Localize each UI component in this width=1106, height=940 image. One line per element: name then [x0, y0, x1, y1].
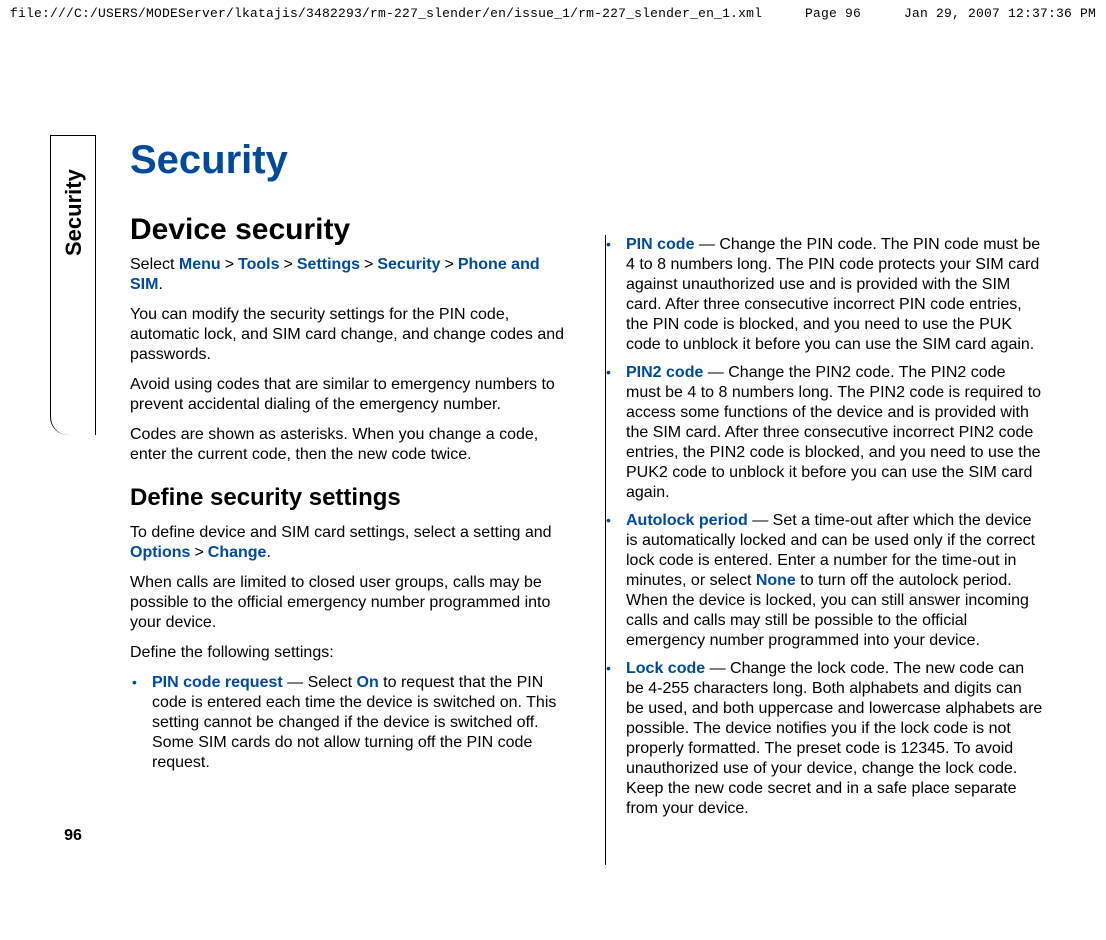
nav-prefix: Select	[130, 256, 179, 273]
nav-change: Change	[208, 544, 267, 561]
term-pin2-code: PIN2 code	[626, 364, 703, 381]
column-left: Security Device security Select Menu>Too…	[130, 135, 570, 865]
text-fragment: — Change the PIN2 code. The PIN2 code mu…	[626, 364, 1041, 501]
text-fragment: .	[266, 544, 270, 561]
body-text: When calls are limited to closed user gr…	[130, 573, 570, 633]
arrow-icon: >	[360, 256, 377, 273]
nav-path: Select Menu>Tools>Settings>Security>Phon…	[130, 255, 570, 295]
term-pin-code-request: PIN code request	[152, 674, 283, 691]
page-header: file:///C:/USERS/MODEServer/lkatajis/348…	[0, 0, 1106, 25]
timestamp: Jan 29, 2007 12:37:36 PM	[904, 6, 1096, 21]
list-item: • Autolock period — Set a time-out after…	[604, 511, 1044, 651]
body-text: Define the following settings:	[130, 643, 570, 663]
arrow-icon: >	[280, 256, 297, 273]
arrow-icon: >	[221, 256, 238, 273]
body-columns: Security Device security Select Menu>Too…	[130, 135, 1050, 865]
list-item: • PIN2 code — Change the PIN2 code. The …	[604, 363, 1044, 503]
nav-settings: Settings	[297, 256, 360, 273]
list-item: • PIN code — Change the PIN code. The PI…	[604, 235, 1044, 355]
side-tab-label: Security	[61, 169, 87, 256]
term-lock-code: Lock code	[626, 660, 705, 677]
term-on: On	[357, 674, 379, 691]
body-text: Avoid using codes that are similar to em…	[130, 375, 570, 415]
section-heading-define-security: Define security settings	[130, 483, 570, 513]
settings-list: • PIN code — Change the PIN code. The PI…	[604, 235, 1044, 819]
nav-suffix: .	[158, 276, 162, 293]
nav-security: Security	[377, 256, 440, 273]
term-autolock-period: Autolock period	[626, 512, 752, 529]
nav-tools: Tools	[238, 256, 279, 273]
bullet-icon: •	[132, 674, 137, 692]
list-item: • PIN code request — Select On to reques…	[130, 673, 570, 773]
term-pin-code: PIN code	[626, 236, 694, 253]
column-divider	[605, 235, 606, 865]
file-path: file:///C:/USERS/MODEServer/lkatajis/348…	[10, 6, 762, 21]
text-fragment: — Select	[283, 674, 357, 691]
bullet-icon: •	[606, 364, 611, 382]
bullet-icon: •	[606, 512, 611, 530]
text-fragment: To define device and SIM card settings, …	[130, 524, 552, 541]
term-none: None	[756, 572, 796, 589]
bullet-icon: •	[606, 660, 611, 678]
page-number: 96	[50, 827, 96, 845]
text-fragment: — Change the PIN code. The PIN code must…	[626, 236, 1040, 353]
page-content: Security 96 Security Device security Sel…	[50, 135, 1050, 865]
arrow-icon: >	[190, 544, 207, 561]
nav-options: Options	[130, 544, 190, 561]
bullet-icon: •	[606, 236, 611, 254]
page-title: Security	[130, 135, 570, 185]
settings-list: • PIN code request — Select On to reques…	[130, 673, 570, 773]
column-right: • PIN code — Change the PIN code. The PI…	[604, 135, 1044, 865]
side-tab: Security	[50, 135, 96, 435]
body-text: You can modify the security settings for…	[130, 305, 570, 365]
body-text: To define device and SIM card settings, …	[130, 523, 570, 563]
page-indicator: Page 96	[805, 6, 861, 21]
nav-menu: Menu	[179, 256, 221, 273]
arrow-icon: >	[440, 256, 457, 273]
list-item: • Lock code — Change the lock code. The …	[604, 659, 1044, 819]
body-text: Codes are shown as asterisks. When you c…	[130, 425, 570, 465]
text-fragment: — Change the lock code. The new code can…	[626, 660, 1042, 817]
section-heading-device-security: Device security	[130, 211, 570, 249]
